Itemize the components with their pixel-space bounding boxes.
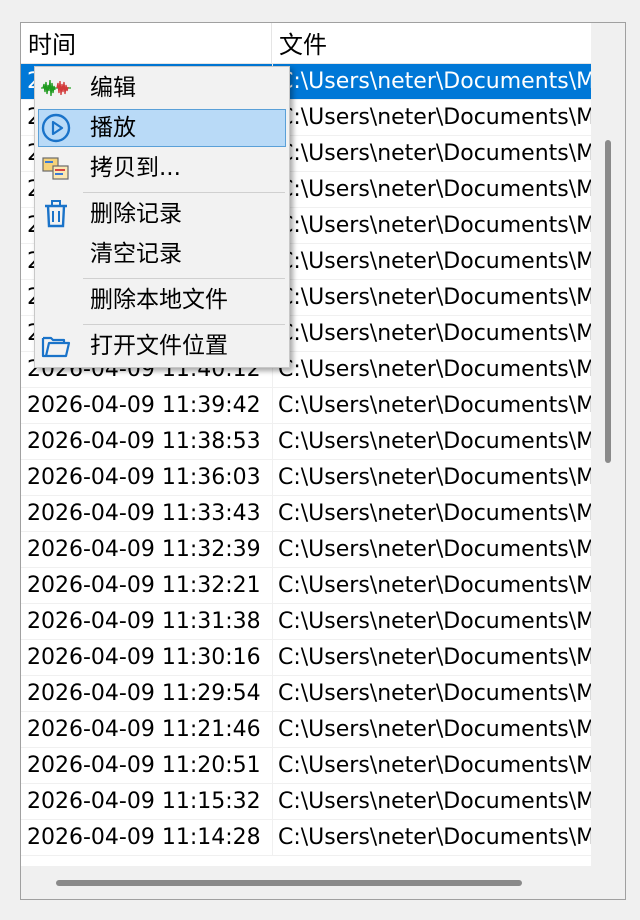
row-file-path: C:\Users\neter\Documents\M	[278, 465, 591, 490]
row-time: 2026-04-09 11:36:03	[27, 465, 261, 490]
menu-item-open-file-location[interactable]: 打开文件位置	[38, 327, 286, 365]
row-file-path: C:\Users\neter\Documents\M	[278, 609, 591, 634]
row-time: 2026-04-09 11:29:54	[27, 681, 261, 706]
table-row[interactable]: 2026-04-09 11:33:43 C:\Users\neter\Docume…	[21, 496, 591, 532]
waveform-icon	[40, 72, 72, 104]
row-file-path: C:\Users\neter\Documents\M	[278, 717, 591, 742]
vertical-scrollbar-thumb[interactable]	[605, 140, 611, 463]
menu-item-edit[interactable]: 编辑	[38, 69, 286, 107]
table-row[interactable]: 2026-04-09 11:20:51 C:\Users\neter\Docume…	[21, 748, 591, 784]
menu-separator	[83, 324, 285, 325]
menu-separator	[83, 192, 285, 193]
table-row[interactable]: 2026-04-09 11:32:21 C:\Users\neter\Docume…	[21, 568, 591, 604]
table-row[interactable]: 2026-04-09 11:14:28 C:\Users\neter\Docume…	[21, 820, 591, 856]
column-divider	[272, 604, 273, 640]
menu-item-clear-records[interactable]: 清空记录	[38, 235, 286, 273]
row-file-path: C:\Users\neter\Documents\M	[278, 249, 591, 274]
menu-item-play[interactable]: 播放	[38, 109, 286, 147]
row-file-path: C:\Users\neter\Documents\M	[278, 285, 591, 310]
folder-open-icon	[40, 330, 72, 362]
table-row[interactable]: 2026-04-09 11:39:42 C:\Users\neter\Docume…	[21, 388, 591, 424]
row-file-path: C:\Users\neter\Documents\M	[278, 393, 591, 418]
row-file-path: C:\Users\neter\Documents\M	[278, 429, 591, 454]
table-row[interactable]: 2026-04-09 11:15:32 C:\Users\neter\Docume…	[21, 784, 591, 820]
table-row[interactable]: 2026-04-09 11:30:16 C:\Users\neter\Docume…	[21, 640, 591, 676]
table-row[interactable]: 2026-04-09 11:38:53 C:\Users\neter\Docume…	[21, 424, 591, 460]
trash-icon	[40, 198, 72, 230]
row-file-path: C:\Users\neter\Documents\M	[278, 789, 591, 814]
table-row[interactable]: 2026-04-09 11:36:03 C:\Users\neter\Docume…	[21, 460, 591, 496]
row-time: 2026-04-09 11:15:32	[27, 789, 261, 814]
row-file-path: C:\Users\neter\Documents\M	[278, 141, 591, 166]
column-divider	[272, 424, 273, 460]
menu-item-delete-local-file[interactable]: 删除本地文件	[38, 281, 286, 319]
table-row[interactable]: 2026-04-09 11:21:46 C:\Users\neter\Docume…	[21, 712, 591, 748]
column-divider	[272, 748, 273, 784]
table-row[interactable]: 2026-04-09 11:31:38 C:\Users\neter\Docume…	[21, 604, 591, 640]
column-divider	[272, 676, 273, 712]
row-file-path: C:\Users\neter\Documents\M	[278, 645, 591, 670]
row-time: 2026-04-09 11:30:16	[27, 645, 261, 670]
menu-item-edit-label: 编辑	[90, 75, 136, 101]
row-time: 2026-04-09 11:14:28	[27, 825, 261, 850]
column-divider	[272, 532, 273, 568]
column-divider	[272, 820, 273, 856]
menu-item-copy-to-label: 拷贝到...	[90, 155, 181, 181]
table-row[interactable]: 2026-04-09 11:29:54 C:\Users\neter\Docume…	[21, 676, 591, 712]
column-divider	[272, 712, 273, 748]
column-divider	[272, 640, 273, 676]
row-time: 2026-04-09 11:20:51	[27, 753, 261, 778]
column-divider	[272, 388, 273, 424]
copy-files-icon	[40, 152, 72, 184]
column-divider	[272, 568, 273, 604]
menu-item-delete-local-file-label: 删除本地文件	[90, 287, 228, 313]
play-circle-icon	[40, 112, 72, 144]
row-time: 2026-04-09 11:38:53	[27, 429, 261, 454]
list-header: 时间 文件	[21, 23, 591, 64]
column-header-file[interactable]: 文件	[272, 23, 591, 63]
row-time: 2026-04-09 11:32:21	[27, 573, 261, 598]
menu-item-copy-to[interactable]: 拷贝到...	[38, 149, 286, 187]
row-file-path: C:\Users\neter\Documents\M	[278, 825, 591, 850]
row-file-path: C:\Users\neter\Documents\M	[278, 69, 591, 94]
row-file-path: C:\Users\neter\Documents\M	[278, 321, 591, 346]
horizontal-scrollbar-thumb[interactable]	[56, 880, 522, 886]
row-file-path: C:\Users\neter\Documents\M	[278, 681, 591, 706]
context-menu: 编辑 播放 拷贝到... 删除记录 清空记录 删除本地文件 打开文件位置	[34, 66, 290, 368]
row-file-path: C:\Users\neter\Documents\M	[278, 213, 591, 238]
menu-separator	[83, 278, 285, 279]
row-file-path: C:\Users\neter\Documents\M	[278, 537, 591, 562]
row-time: 2026-04-09 11:31:38	[27, 609, 261, 634]
menu-item-delete-record-label: 删除记录	[90, 201, 182, 227]
menu-item-delete-record[interactable]: 删除记录	[38, 195, 286, 233]
row-time: 2026-04-09 11:32:39	[27, 537, 261, 562]
column-divider	[272, 784, 273, 820]
row-file-path: C:\Users\neter\Documents\M	[278, 105, 591, 130]
menu-item-clear-records-label: 清空记录	[90, 241, 182, 267]
row-file-path: C:\Users\neter\Documents\M	[278, 501, 591, 526]
column-header-time[interactable]: 时间	[21, 23, 272, 63]
row-file-path: C:\Users\neter\Documents\M	[278, 753, 591, 778]
row-file-path: C:\Users\neter\Documents\M	[278, 357, 591, 382]
column-divider	[272, 496, 273, 532]
row-time: 2026-04-09 11:21:46	[27, 717, 261, 742]
menu-item-open-file-location-label: 打开文件位置	[90, 333, 228, 359]
menu-item-play-label: 播放	[90, 115, 136, 141]
row-file-path: C:\Users\neter\Documents\M	[278, 177, 591, 202]
column-divider	[272, 460, 273, 496]
table-row[interactable]: 2026-04-09 11:32:39 C:\Users\neter\Docume…	[21, 532, 591, 568]
row-time: 2026-04-09 11:33:43	[27, 501, 261, 526]
row-file-path: C:\Users\neter\Documents\M	[278, 573, 591, 598]
row-time: 2026-04-09 11:39:42	[27, 393, 261, 418]
